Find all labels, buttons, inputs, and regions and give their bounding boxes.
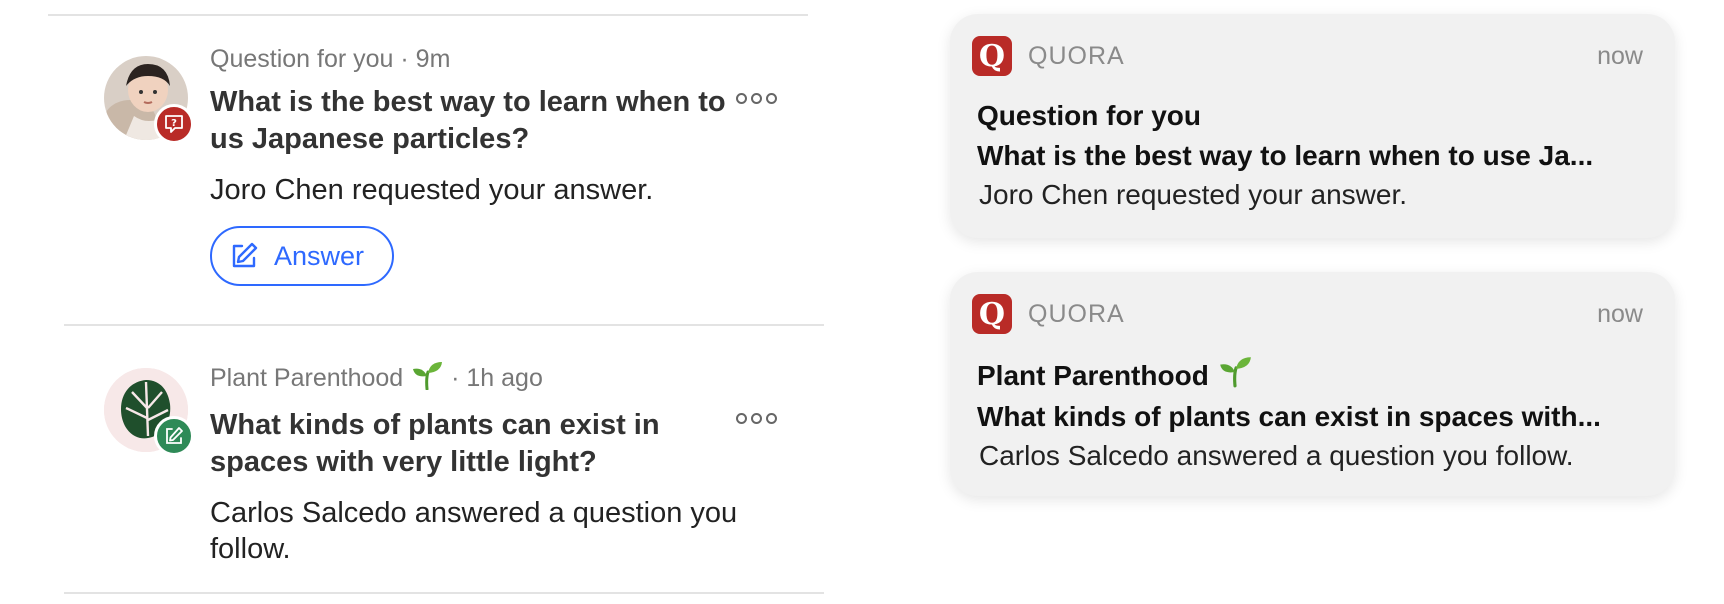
notification-title: Question for you — [977, 100, 1201, 131]
space-name-label[interactable]: Plant Parenthood — [210, 364, 403, 392]
svg-text:?: ? — [171, 118, 177, 129]
seedling-icon — [410, 360, 444, 397]
request-text: Joro Chen requested your answer. — [210, 174, 654, 206]
pencil-icon — [232, 242, 258, 268]
question-title[interactable]: What kinds of plants can exist in spaces… — [210, 407, 750, 481]
quora-logo-icon: Q — [972, 36, 1012, 76]
feed-item-question[interactable]: ? Question for you · 9m What is the best… — [104, 45, 824, 310]
app-name: QUORA — [1028, 41, 1125, 70]
notification-time: now — [1597, 300, 1643, 328]
notification-text: Carlos Salcedo answered a question you f… — [979, 440, 1574, 471]
app-name: QUORA — [1028, 299, 1125, 328]
notification-subtitle: What kinds of plants can exist in spaces… — [977, 401, 1601, 432]
notification-time: now — [1597, 42, 1643, 70]
notification-title-row: Plant Parenthood — [977, 354, 1647, 397]
feed-meta: Plant Parenthood · 1h ago — [210, 360, 750, 397]
notification-body: Question for you What is the best way to… — [977, 98, 1647, 213]
notification-title: Plant Parenthood — [977, 359, 1209, 391]
feed-source-label[interactable]: Question for you — [210, 45, 393, 73]
feed-time-label: · 1h ago — [451, 364, 543, 392]
notification-subtitle: What is the best way to learn when to us… — [977, 140, 1594, 171]
feed-divider-bottom — [64, 592, 824, 594]
seedling-icon — [1217, 354, 1253, 397]
feed-item-answer[interactable]: Plant Parenthood · 1h ago What kinds of … — [104, 362, 824, 584]
feed-divider-top — [48, 14, 808, 16]
more-dots-icon[interactable] — [736, 408, 780, 428]
notification-card[interactable]: Q QUORA now Plant Parenthood What kinds … — [950, 272, 1675, 496]
activity-text: Carlos Salcedo answered a question you f… — [210, 497, 738, 565]
question-badge-icon: ? — [154, 104, 194, 144]
question-title[interactable]: What is the best way to learn when to us… — [210, 84, 750, 158]
feed-item-content: Question for you · 9m What is the best w… — [210, 44, 750, 286]
space-avatar[interactable] — [104, 368, 194, 456]
notification-card[interactable]: Q QUORA now Question for you What is the… — [950, 14, 1675, 238]
quora-logo-icon: Q — [972, 294, 1012, 334]
feed-divider-middle — [64, 324, 824, 326]
answer-button[interactable]: Answer — [210, 226, 394, 286]
notification-header: Q QUORA — [972, 294, 1125, 334]
notification-text: Joro Chen requested your answer. — [979, 179, 1408, 210]
feed-meta: Question for you · 9m — [210, 44, 750, 74]
notification-body: Plant Parenthood What kinds of plants ca… — [977, 354, 1647, 474]
pencil-badge-icon — [154, 416, 194, 456]
feed-item-content: Plant Parenthood · 1h ago What kinds of … — [210, 360, 750, 567]
feed-time-label: · 9m — [400, 45, 451, 73]
avatar[interactable]: ? — [104, 56, 194, 144]
more-dots-icon[interactable] — [736, 88, 780, 108]
notification-header: Q QUORA — [972, 36, 1125, 76]
answer-button-label: Answer — [274, 240, 365, 271]
